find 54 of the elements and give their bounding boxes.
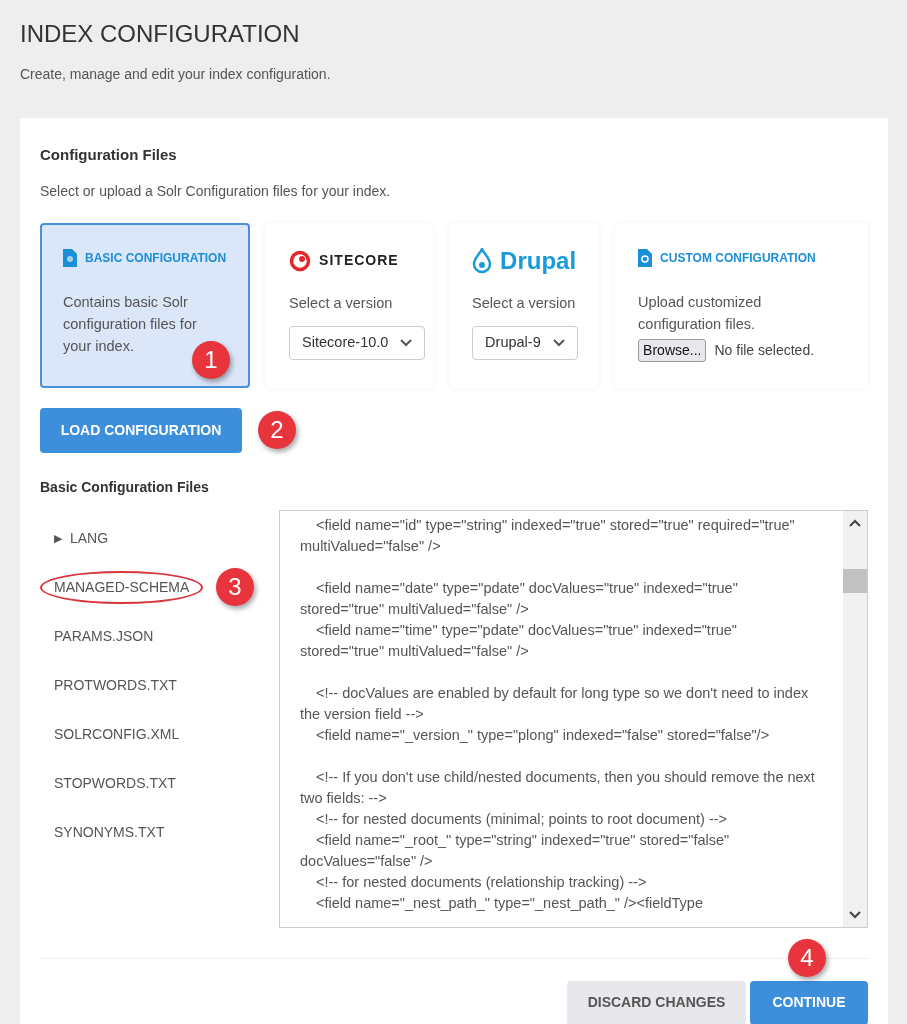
number-badge: 1	[192, 340, 230, 379]
logo-text: Drupal	[500, 245, 577, 276]
card-description: Upload customized configuration files.	[638, 292, 763, 334]
version-select[interactable]: Drupal-9	[472, 326, 578, 361]
chevron-down-icon	[400, 339, 413, 348]
section-description: Select or upload a Solr Configuration files for your index.	[40, 181, 392, 201]
expand-toggle[interactable]: ▶	[54, 529, 62, 547]
code-line: <field name="_root_" type="string" indexed="true" stored="false" docValues="false" />	[300, 830, 731, 871]
scrollbar[interactable]	[843, 510, 867, 927]
chevron-down-icon	[552, 339, 565, 348]
browse-button[interactable]: Browse...	[638, 338, 707, 362]
version-select[interactable]: Sitecore-10.0	[289, 326, 426, 361]
files-title: Basic Configuration Files	[40, 477, 210, 497]
number-badge: 4	[788, 938, 826, 977]
code-line: <field name="time" type="pdate" docValues="true" indexed="true" stored="true" multiValued="false" />	[300, 620, 738, 661]
card-title: BASIC CONFIGURATION	[85, 249, 227, 267]
page-subtitle: Create, manage and edit your index configuration.	[20, 65, 332, 84]
card-title: CUSTOM CONFIGURATION	[660, 249, 816, 267]
ring-logo-icon	[289, 249, 312, 272]
file-item[interactable]: STOPWORDS.TXT	[40, 766, 190, 800]
select-label: Select a version	[289, 293, 394, 313]
select-label: Select a version	[472, 293, 577, 313]
file-item[interactable]: SOLRCONFIG.XML	[40, 717, 194, 751]
scroll-down-icon[interactable]	[849, 910, 861, 919]
file-item[interactable]: PARAMS.JSON	[40, 619, 168, 653]
code-line: <!-- for nested documents (minimal; points to root document) -->	[315, 809, 728, 829]
scroll-up-icon[interactable]	[849, 518, 861, 527]
config-card[interactable]: Drupal Select a version Drupal-9	[449, 222, 600, 388]
code-line: <!-- If you don't use child/nested documents, then you should remove the next two fields: -->	[300, 767, 816, 808]
scroll-thumb[interactable]	[843, 568, 867, 593]
file-item[interactable]: ▶ LANG	[40, 521, 123, 555]
section-title: Configuration Files	[40, 145, 178, 165]
file-item[interactable]: MANAGED-SCHEMA	[40, 570, 204, 604]
search-document-icon	[638, 248, 653, 267]
file-item[interactable]: PROTWORDS.TXT	[40, 668, 191, 702]
config-card[interactable]: SITECORE Select a version Sitecore-10.0	[266, 222, 434, 388]
number-badge: 2	[258, 410, 296, 449]
number-badge: 3	[216, 567, 254, 606]
file-status: No file selected.	[714, 340, 815, 360]
code-line: <field name="id" type="string" indexed="true" stored="true" required="true" multiValued="false" />	[300, 515, 796, 556]
drop-logo-icon	[472, 247, 493, 274]
code-line: <!-- for nested documents (relationship tracking) -->	[315, 872, 648, 892]
config-card[interactable]: BASIC CONFIGURATION Contains basic Solr configuration files for your index. 1	[40, 222, 251, 388]
code-line: <field name="_version_" type="plong" indexed="false" stored="false"/>	[315, 725, 771, 745]
document-icon	[63, 248, 77, 267]
code-editor[interactable]	[279, 509, 868, 928]
code-line: <field name="_nest_path_" type="_nest_path_" /><fieldType	[315, 893, 704, 913]
code-line: <field name="date" type="pdate" docValues="true" indexed="true" stored="true" multiValued="false" />	[300, 578, 739, 619]
file-item[interactable]: SYNONYMS.TXT	[40, 815, 179, 849]
config-card[interactable]: CUSTOM CONFIGURATION Upload customized configuration files. Browse... No file selected.	[615, 222, 868, 388]
logo-text: SITECORE	[319, 251, 399, 270]
discard-button[interactable]: DISCARD CHANGES	[567, 980, 746, 1024]
code-line: <!-- docValues are enabled by default for long type so we don't need to index the version field -->	[300, 683, 810, 724]
page-title: INDEX CONFIGURATION	[20, 19, 301, 49]
